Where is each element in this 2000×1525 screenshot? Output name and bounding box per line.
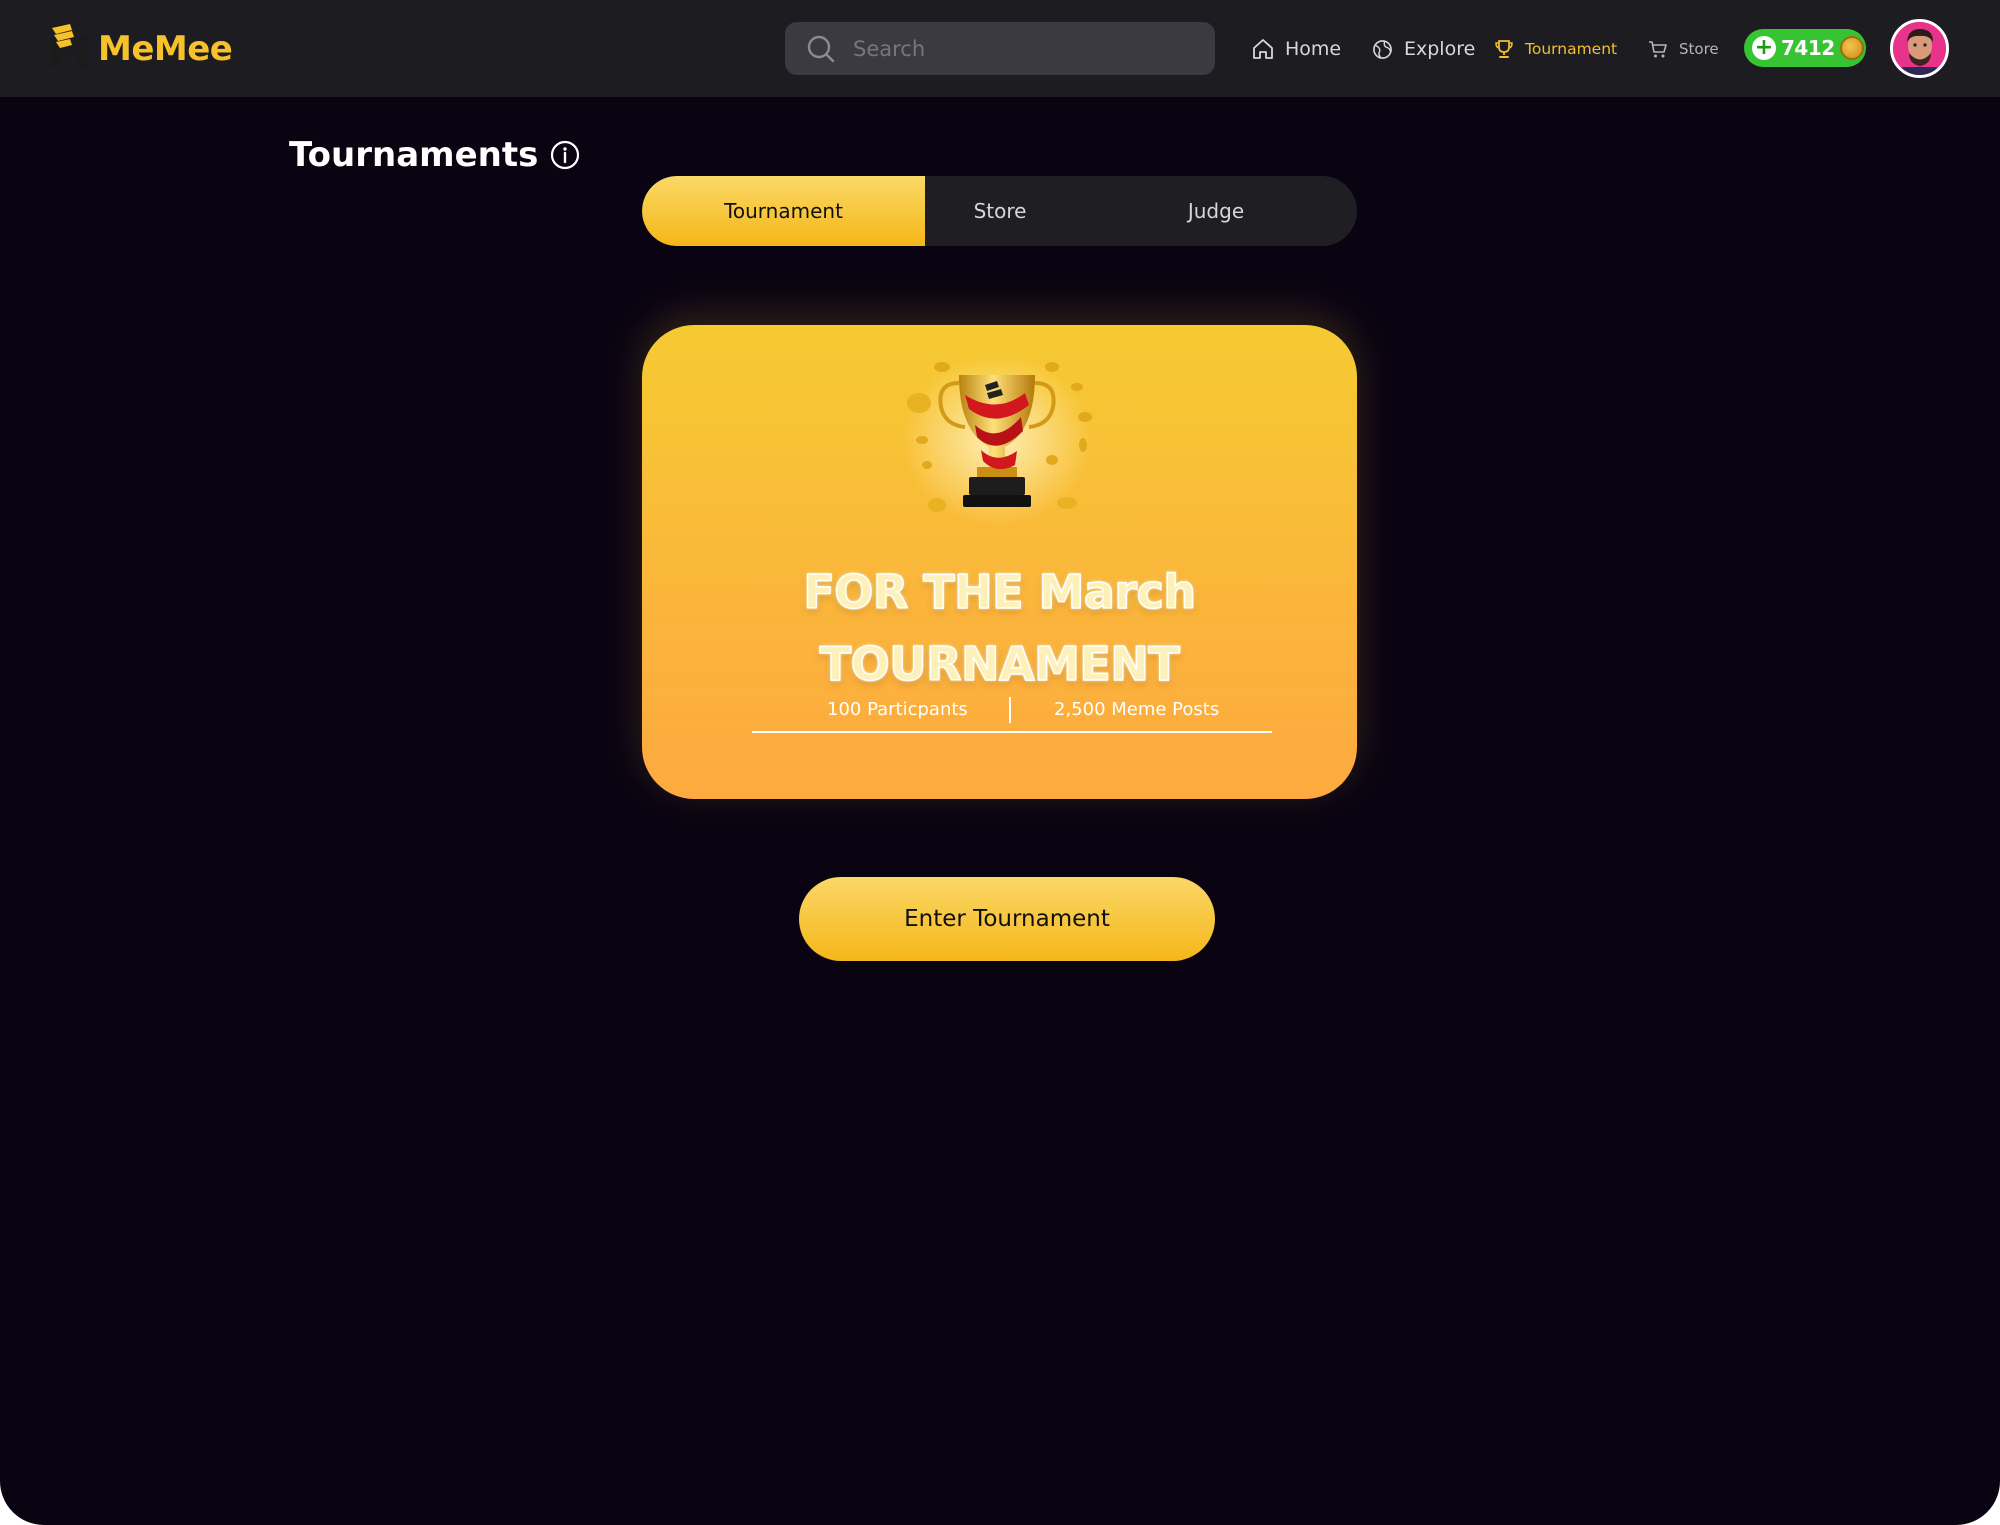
nav-item-label: Home — [1285, 38, 1342, 60]
tournament-stats: 100 Particpants 2,500 Meme Posts — [752, 689, 1272, 733]
card-title-line2: TOURNAMENT — [819, 636, 1180, 692]
coin-icon — [1839, 36, 1864, 60]
tab-bar: Tournament Store Judge — [642, 176, 1357, 246]
info-icon[interactable] — [550, 140, 580, 170]
brand-logo[interactable]: MeMee — [48, 24, 233, 74]
avatar[interactable] — [1890, 19, 1949, 78]
nav-item-tournament[interactable]: Tournament — [1494, 35, 1617, 63]
top-navbar: MeMee Home Explore — [0, 0, 2000, 97]
add-coins-icon[interactable]: + — [1752, 36, 1776, 60]
meme-posts-count: 2,500 Meme Posts — [1054, 699, 1220, 720]
nav-item-store[interactable]: Store — [1648, 35, 1719, 63]
nav-item-explore[interactable]: Explore — [1372, 35, 1475, 63]
stats-divider — [1009, 697, 1011, 723]
search-input[interactable] — [853, 36, 1183, 61]
app-window: MeMee Home Explore — [0, 0, 2000, 1525]
search-icon — [807, 35, 835, 62]
nav-item-home[interactable]: Home — [1252, 35, 1341, 63]
enter-tournament-button[interactable]: Enter Tournament — [799, 877, 1215, 961]
home-icon — [1253, 39, 1273, 59]
tab-judge[interactable]: Judge — [1075, 176, 1357, 246]
nav-item-label: Explore — [1404, 38, 1476, 60]
logo-icon — [48, 24, 90, 74]
tab-tournament[interactable]: Tournament — [642, 176, 925, 246]
page-title: Tournaments — [289, 133, 580, 177]
participants-count: 100 Particpants — [827, 699, 968, 720]
coin-balance[interactable]: + 7412 — [1744, 29, 1866, 67]
page-title-text: Tournaments — [289, 135, 539, 175]
search-bar[interactable] — [785, 22, 1215, 75]
trophy-icon — [1495, 40, 1513, 58]
brand-name: MeMee — [98, 29, 233, 69]
cart-icon — [1649, 41, 1667, 58]
card-title-line1: FOR THE March — [803, 564, 1197, 620]
trophy-illustration — [897, 355, 1097, 535]
coin-balance-value: 7412 — [1781, 36, 1835, 60]
nav-item-label: Store — [1679, 40, 1719, 58]
tab-store[interactable]: Store — [925, 176, 1075, 246]
nav-item-label: Tournament — [1525, 40, 1618, 58]
globe-icon — [1373, 39, 1392, 59]
tournament-card[interactable]: FOR THE March TOURNAMENT 100 Particpants… — [642, 325, 1357, 799]
